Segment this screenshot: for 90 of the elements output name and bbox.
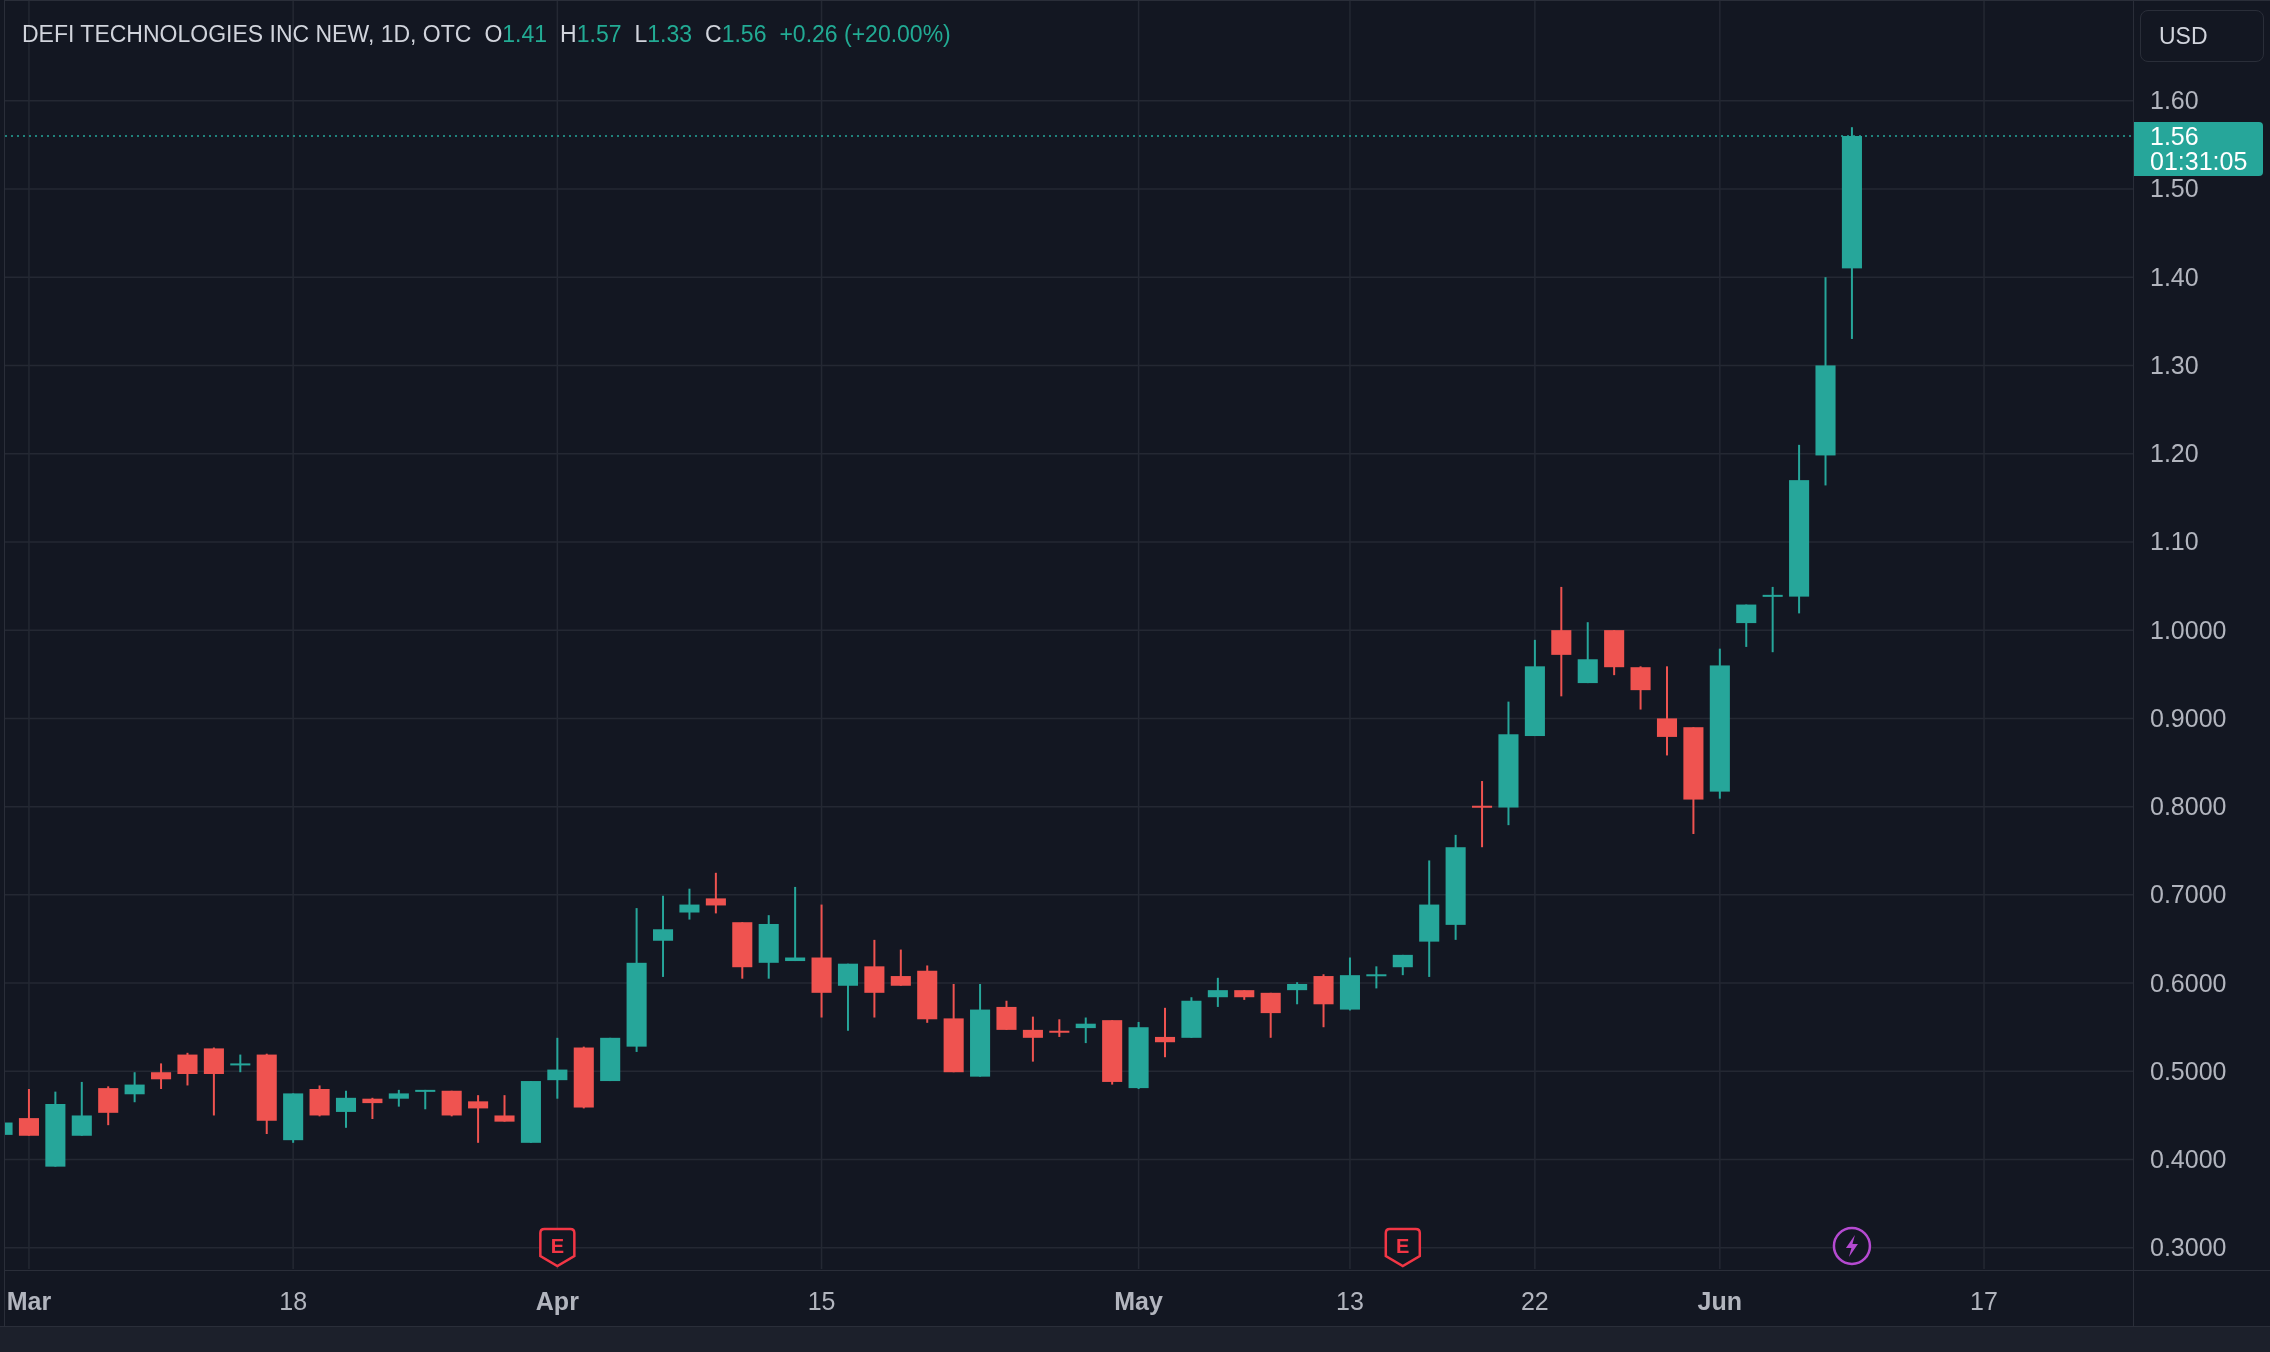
price-tick-label: 1.50 [2150,176,2199,202]
candle [1313,973,1334,1029]
candle [679,887,700,921]
date-tick-label: 15 [807,1287,836,1315]
price-tick-label: 1.20 [2150,441,2199,467]
price-tick-label: 1.10 [2150,529,2199,555]
price-tick-label: 0.8000 [2150,794,2227,820]
candle [203,1046,224,1117]
candle [1260,991,1281,1039]
symbol-title: DEFI TECHNOLOGIES INC NEW, 1D, OTC [22,20,472,49]
candle [177,1051,198,1087]
candle [283,1092,304,1144]
candle [573,1045,594,1110]
candle [758,914,779,980]
candle [335,1089,357,1129]
ohlc-label: C [705,20,722,49]
candle [1207,976,1228,1008]
candle [1339,956,1360,1012]
lightning-icon[interactable] [1832,1226,1872,1266]
price-tick-label: 1.30 [2150,352,2199,378]
candle [1604,629,1625,677]
candle [18,1088,39,1137]
candle [1128,1020,1149,1090]
candle [732,921,753,980]
price-tick-label: 0.3000 [2150,1235,2227,1261]
currency-button[interactable]: USD [2140,10,2264,62]
candle [1366,965,1387,990]
date-tick-label: 17 [1970,1287,1998,1315]
candle [230,1053,251,1074]
candle [1154,1006,1176,1059]
price-tick-label: 0.9000 [2150,705,2227,731]
date-tick-label: 13 [1336,1287,1364,1315]
candle [1287,981,1308,1006]
price-tick-label: 1.60 [2150,88,2199,114]
candle [1472,780,1493,849]
candle [362,1096,383,1120]
ohlc-label: H [560,20,577,49]
ohlc-label: L [634,20,648,49]
ohlc-value: 1.33 [647,20,693,49]
price-tick-label: 0.7000 [2150,882,2227,908]
date-tick-label: May [1114,1287,1163,1315]
candle [98,1085,119,1127]
candle [151,1062,172,1090]
price-tick-label: 1.0000 [2150,617,2227,643]
candle [705,871,726,915]
date-tick-label: Mar [6,1287,52,1315]
candle [1736,603,1757,648]
last-price-label: 1.56 [2150,124,2200,149]
candle [1762,585,1783,654]
candle [388,1088,409,1108]
candle [917,964,938,1024]
candle [415,1088,436,1111]
candle [1577,621,1598,685]
date-tick-label: Jun [1697,1287,1743,1315]
candle [1234,989,1255,1001]
ohlc-value: 1.57 [576,20,622,49]
ohlc-value: 1.56 [721,20,767,49]
candle [1392,953,1413,977]
candle [441,1089,462,1118]
candle [890,948,911,987]
candle [468,1094,489,1144]
candle [837,962,858,1032]
ohlc-label: O [484,20,503,49]
earnings-marker[interactable]: E [1384,1227,1422,1268]
date-tick-label: 18 [279,1287,308,1315]
candle [547,1036,568,1100]
price-change: +0.26 (+20.00%) [779,20,951,49]
candle [1022,1015,1043,1063]
candle [309,1084,330,1118]
ohlc-value: 1.41 [502,20,548,49]
candle [494,1094,515,1123]
date-tick-label: Apr [535,1287,579,1315]
candle [996,999,1017,1031]
date-tick-label: 22 [1520,1287,1549,1315]
countdown-label: 01:31:05 [2150,149,2249,174]
candle [1075,1016,1096,1045]
candle [5,1122,13,1135]
price-tick-label: 1.40 [2150,264,2199,290]
candle [600,1036,621,1083]
candle [1102,1019,1123,1086]
candle [520,1080,541,1144]
price-tick-label: 0.5000 [2150,1058,2227,1084]
candle [71,1080,92,1137]
candle [124,1071,145,1104]
candle [1630,665,1651,711]
price-tick-label: 0.4000 [2150,1147,2227,1173]
candle [1181,996,1202,1039]
candle [1049,1018,1070,1038]
price-tick-label: 0.6000 [2150,970,2227,996]
earnings-marker[interactable]: E [539,1227,576,1268]
